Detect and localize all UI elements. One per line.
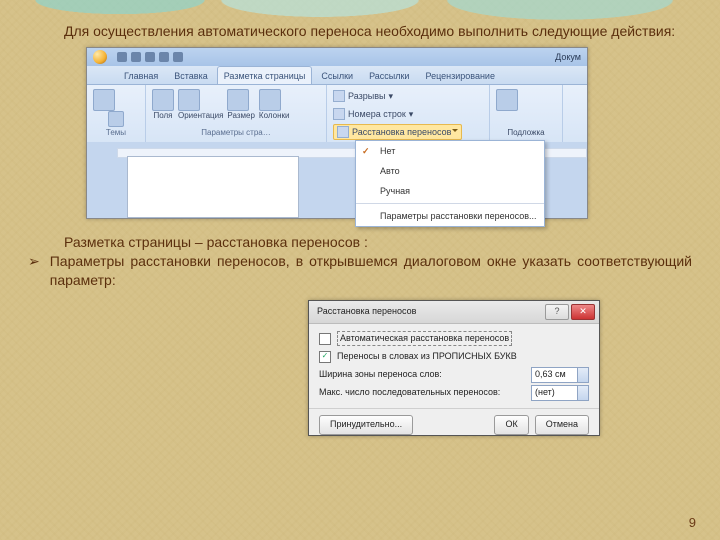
- label-zone-width: Ширина зоны переноса слов:: [319, 368, 442, 380]
- watermark-icon[interactable]: [496, 89, 518, 111]
- bullet-marker: ➢: [28, 252, 40, 290]
- columns-icon[interactable]: [259, 89, 281, 111]
- checkbox-auto-hyphenation[interactable]: [319, 333, 331, 345]
- checkbox-caps-hyphenation[interactable]: ✓: [319, 351, 331, 363]
- orientation-icon[interactable]: [178, 89, 200, 111]
- input-consecutive-limit[interactable]: (нет): [531, 385, 589, 401]
- margins-label: Поля: [152, 111, 174, 122]
- dialog-title: Расстановка переносов: [317, 305, 416, 317]
- breaks-label[interactable]: Разрывы: [348, 90, 385, 102]
- tab-page-layout[interactable]: Разметка страницы: [217, 66, 313, 84]
- group-themes-label: Темы: [93, 128, 139, 139]
- menu-item-none[interactable]: Нет: [356, 141, 544, 161]
- hyphenation-icon: [337, 126, 349, 138]
- quick-access-toolbar[interactable]: [117, 52, 183, 62]
- office-button[interactable]: [87, 48, 113, 66]
- label-consecutive-limit: Макс. число последовательных переносов:: [319, 386, 500, 398]
- menu-item-options[interactable]: Параметры расстановки переносов...: [356, 206, 544, 226]
- group-page-background: Подложка: [490, 85, 563, 143]
- margins-icon[interactable]: [152, 89, 174, 111]
- themes-icon[interactable]: [93, 89, 115, 111]
- cancel-button[interactable]: Отмена: [535, 415, 589, 435]
- section-line: Разметка страницы – расстановка переносо…: [64, 233, 692, 252]
- hyphenation-label: Расстановка переносов: [352, 126, 451, 138]
- tab-home[interactable]: Главная: [117, 66, 165, 84]
- menu-item-manual[interactable]: Ручная: [356, 181, 544, 201]
- line-numbers-icon[interactable]: [333, 108, 345, 120]
- page-canvas[interactable]: [127, 156, 299, 218]
- ribbon: Темы Поля Ориентация Размер Колонки Пара…: [87, 85, 587, 144]
- force-button[interactable]: Принудительно...: [319, 415, 413, 435]
- columns-label: Колонки: [259, 111, 290, 122]
- menu-separator: [356, 203, 544, 204]
- size-label: Размер: [227, 111, 255, 122]
- breaks-icon[interactable]: [333, 90, 345, 102]
- group-page-setup: Поля Ориентация Размер Колонки Параметры…: [146, 85, 327, 143]
- theme-colors-icon[interactable]: [108, 111, 124, 127]
- hyphenation-dropdown-menu: Нет Авто Ручная Параметры расстановки пе…: [355, 140, 545, 228]
- document-title: Докум: [555, 51, 581, 63]
- menu-item-auto[interactable]: Авто: [356, 161, 544, 181]
- label-caps-hyphenation: Переносы в словах из ПРОПИСНЫХ БУКВ: [337, 350, 517, 362]
- hyphenation-dialog: Расстановка переносов ? ✕ Автоматическая…: [308, 300, 600, 436]
- ribbon-tabs: Главная Вставка Разметка страницы Ссылки…: [87, 66, 587, 85]
- help-button[interactable]: ?: [545, 304, 569, 320]
- word-ribbon-screenshot: Докум Главная Вставка Разметка страницы …: [86, 47, 588, 219]
- line-numbers-label[interactable]: Номера строк: [348, 108, 406, 120]
- titlebar: Докум: [87, 48, 587, 66]
- dialog-titlebar: Расстановка переносов ? ✕: [309, 301, 599, 324]
- watermark-label: Подложка: [496, 128, 556, 139]
- intro-text: Для осуществления автоматического перено…: [64, 22, 692, 41]
- size-icon[interactable]: [227, 89, 249, 111]
- tab-review[interactable]: Рецензирование: [418, 66, 502, 84]
- page-number: 9: [689, 515, 696, 530]
- bullet-text: Параметры расстановки переносов, в откры…: [50, 252, 692, 290]
- group-themes: Темы: [87, 85, 146, 143]
- input-zone-width[interactable]: 0,63 см: [531, 367, 589, 383]
- group-page-setup-right: Разрывы ▾ Номера строк ▾ Расстановка пер…: [327, 85, 490, 143]
- tab-mailings[interactable]: Рассылки: [362, 66, 416, 84]
- label-auto-hyphenation: Автоматическая расстановка переносов: [337, 331, 512, 345]
- group-page-setup-label: Параметры стра…: [152, 128, 320, 139]
- close-button[interactable]: ✕: [571, 304, 595, 320]
- hyphenation-button[interactable]: Расстановка переносов: [333, 124, 462, 140]
- tab-insert[interactable]: Вставка: [167, 66, 214, 84]
- ok-button[interactable]: ОК: [494, 415, 528, 435]
- tab-references[interactable]: Ссылки: [314, 66, 360, 84]
- orientation-label: Ориентация: [178, 111, 223, 122]
